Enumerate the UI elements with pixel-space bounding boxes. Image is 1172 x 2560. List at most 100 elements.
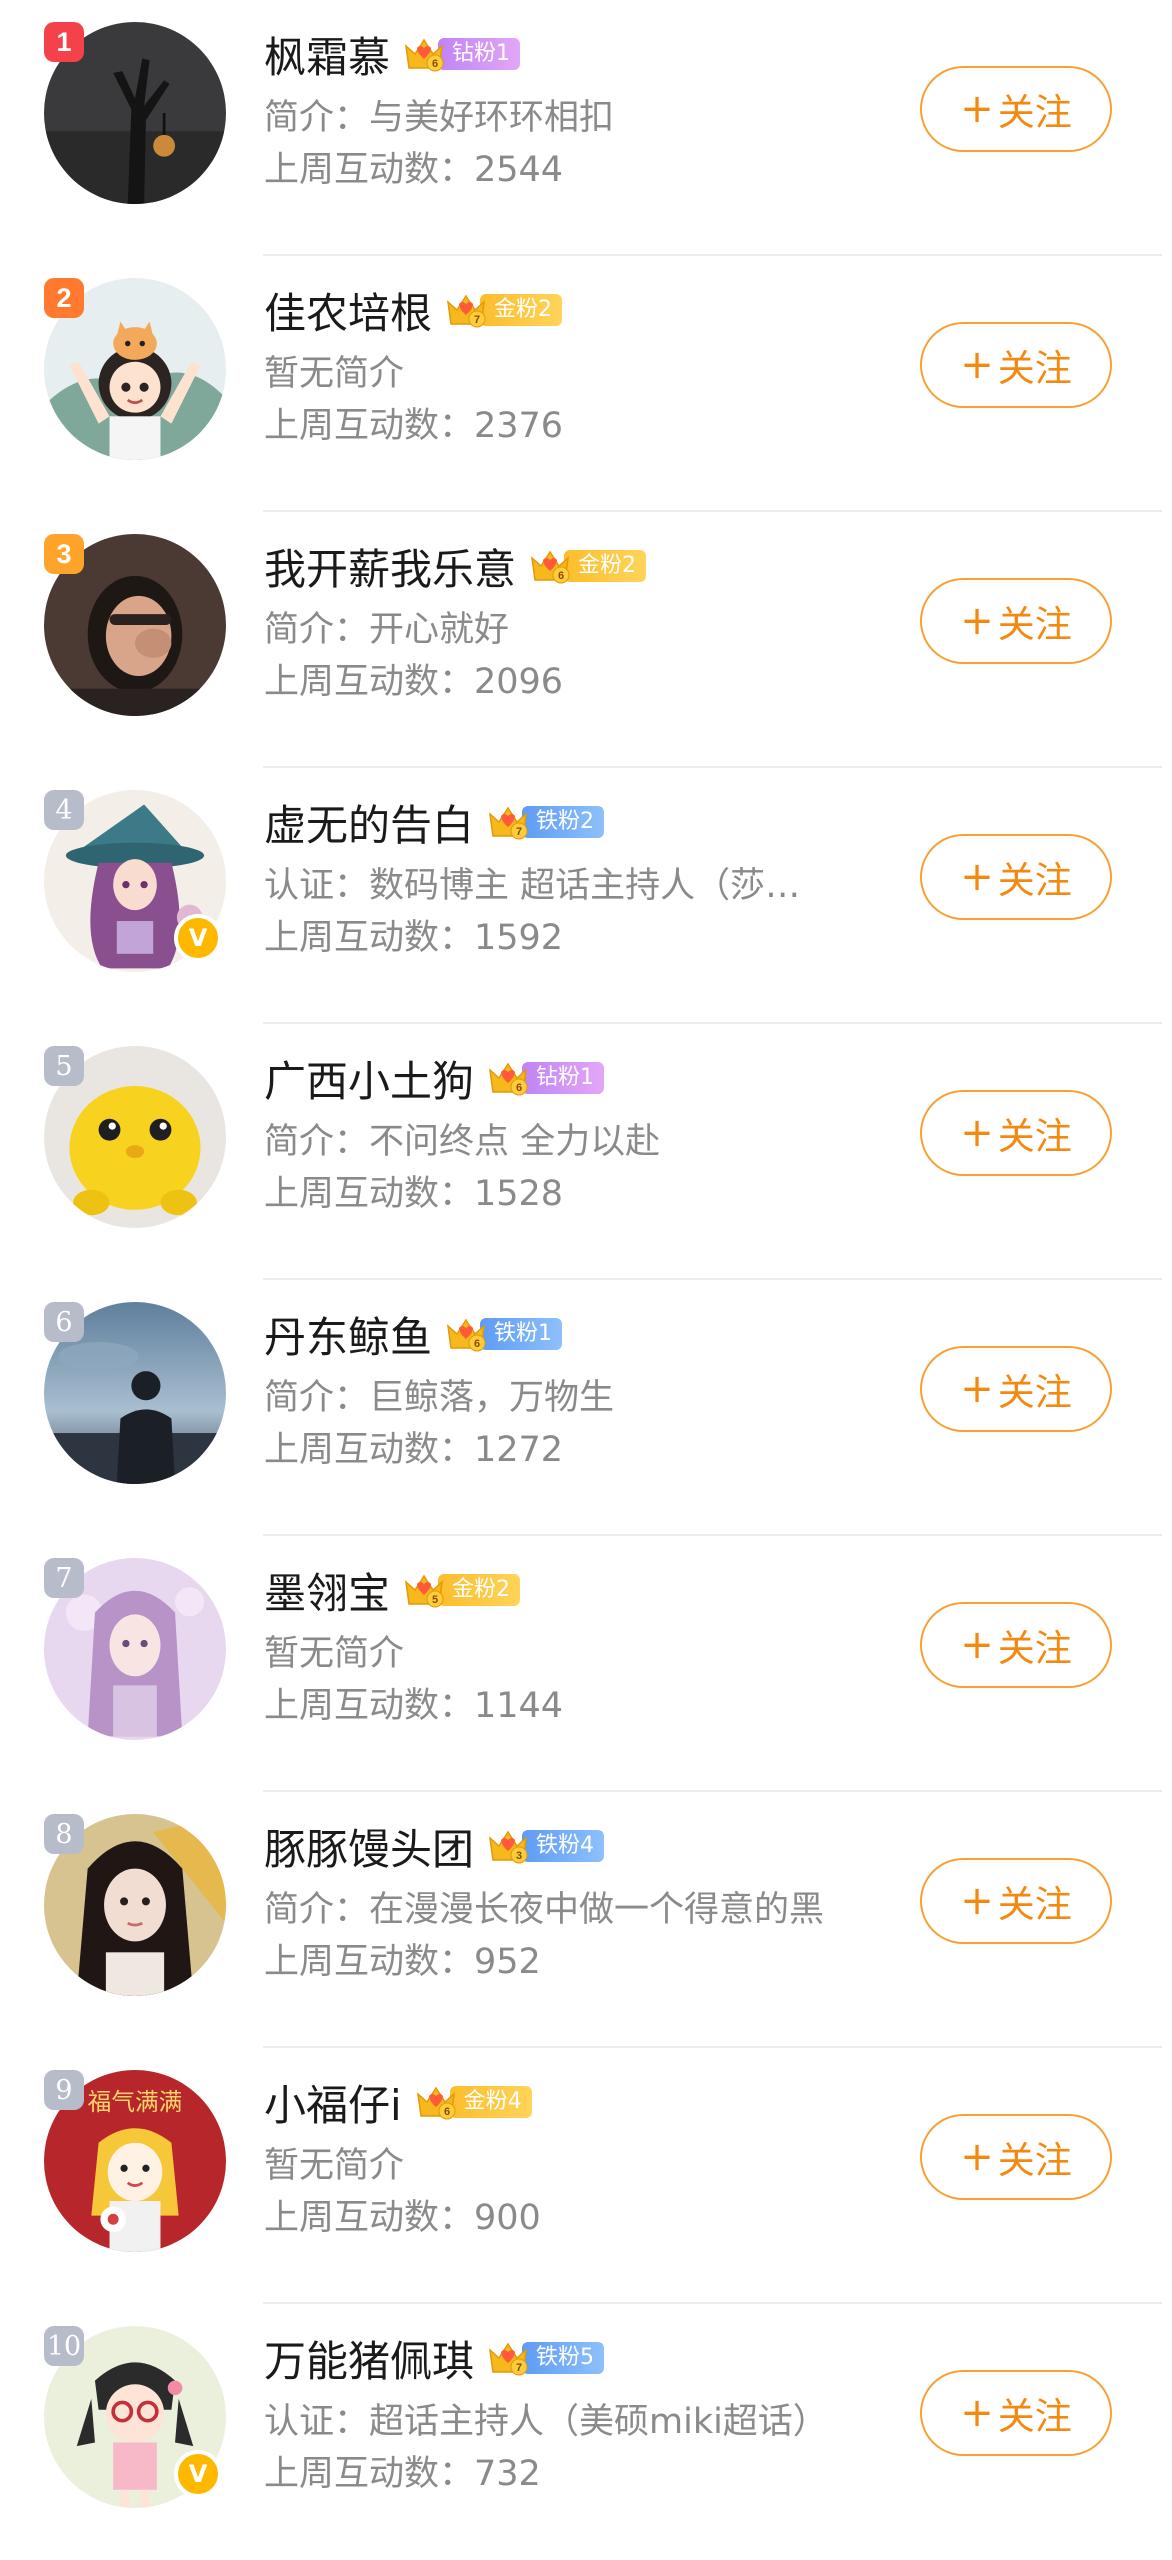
weekly-interactions: 上周互动数：1144 — [264, 1686, 564, 1726]
plus-icon: + — [960, 1366, 994, 1412]
crown-icon: 6 — [404, 38, 444, 72]
fan-level-label: 铁粉2 — [522, 806, 605, 838]
weekly-interactions: 上周互动数：732 — [264, 2454, 541, 2494]
user-info: 豚豚馒头团 3 铁粉4 简介：在漫漫长夜中做一个得意的黑 上周互动数：952 — [264, 1812, 932, 1988]
fan-level-label: 铁粉4 — [522, 1830, 605, 1862]
plus-icon: + — [960, 598, 994, 644]
svg-text:福气满满: 福气满满 — [88, 2088, 183, 2116]
user-name[interactable]: 广西小土狗 — [264, 1048, 474, 1109]
user-row[interactable]: 10 V 万能猪佩琪 7 铁粉5 认证：超话主持人（美硕miki超话） 上周互动… — [0, 2304, 1172, 2560]
user-info: 小福仔i 6 金粉4 暂无简介 上周互动数：900 — [264, 2068, 932, 2244]
svg-text:6: 6 — [432, 58, 438, 70]
fan-level-badge[interactable]: 6 金粉4 — [414, 2083, 532, 2121]
user-name[interactable]: 佳农培根 — [264, 280, 432, 341]
fan-level-badge[interactable]: 5 金粉2 — [402, 1571, 521, 1609]
fan-level-badge[interactable]: 6 钻粉1 — [486, 1059, 605, 1097]
fan-level-badge[interactable]: 3 铁粉4 — [486, 1827, 605, 1865]
user-row[interactable]: 1 枫霜慕 6 钻粉1 简介：与美好环环相扣 上周互动数：2544 + 关注 — [0, 0, 1172, 256]
crown-icon: 7 — [446, 294, 486, 328]
user-name[interactable]: 小福仔i — [264, 2072, 402, 2133]
svg-text:7: 7 — [516, 826, 522, 838]
fan-level-label: 钻粉1 — [438, 38, 521, 70]
fan-level-badge[interactable]: 6 钻粉1 — [402, 35, 521, 73]
verified-icon: V — [174, 914, 222, 962]
fan-level-label: 金粉4 — [449, 2086, 532, 2118]
user-info: 佳农培根 7 金粉2 暂无简介 上周互动数：2376 — [264, 276, 932, 452]
follow-label: 关注 — [997, 1627, 1072, 1670]
user-row[interactable]: 福气满满 9 小福仔i 6 金粉4 暂无简介 上周互动数：900 + 关注 — [0, 2048, 1172, 2304]
user-name[interactable]: 我开薪我乐意 — [264, 536, 516, 597]
svg-text:7: 7 — [474, 314, 480, 326]
follow-button[interactable]: + 关注 — [920, 1090, 1112, 1176]
plus-icon: + — [960, 1622, 994, 1668]
plus-icon: + — [960, 2134, 994, 2180]
svg-text:6: 6 — [444, 2106, 450, 2118]
svg-text:7: 7 — [516, 2362, 522, 2374]
fan-level-label: 铁粉1 — [480, 1318, 563, 1350]
crown-icon: 6 — [416, 2086, 456, 2120]
user-name[interactable]: 豚豚馒头团 — [264, 1816, 474, 1877]
user-row[interactable]: 7 墨翎宝 5 金粉2 暂无简介 上周互动数：1144 + 关注 — [0, 1536, 1172, 1792]
follow-button[interactable]: + 关注 — [920, 2114, 1112, 2200]
follow-button[interactable]: + 关注 — [920, 1602, 1112, 1688]
follow-label: 关注 — [997, 1115, 1072, 1158]
fan-level-badge[interactable]: 6 金粉2 — [528, 547, 647, 585]
crown-icon: 7 — [488, 2342, 528, 2376]
user-name[interactable]: 虚无的告白 — [264, 792, 474, 853]
fan-ranking-list: 1 枫霜慕 6 钻粉1 简介：与美好环环相扣 上周互动数：2544 + 关注 2 — [0, 0, 1172, 2560]
follow-button[interactable]: + 关注 — [920, 1858, 1112, 1944]
user-bio: 暂无简介 — [264, 354, 405, 394]
follow-label: 关注 — [997, 347, 1072, 390]
crown-icon: 5 — [404, 1574, 444, 1608]
rank-badge: 8 — [44, 1814, 84, 1854]
verified-icon: V — [174, 2450, 222, 2498]
follow-button[interactable]: + 关注 — [920, 322, 1112, 408]
fan-level-label: 金粉2 — [438, 1574, 521, 1606]
follow-label: 关注 — [997, 1371, 1072, 1414]
user-bio: 简介：巨鲸落，万物生 — [264, 1378, 615, 1418]
user-name[interactable]: 枫霜慕 — [264, 24, 390, 85]
user-info: 丹东鲸鱼 6 铁粉1 简介：巨鲸落，万物生 上周互动数：1272 — [264, 1300, 932, 1476]
follow-label: 关注 — [997, 2139, 1072, 2182]
follow-button[interactable]: + 关注 — [920, 1346, 1112, 1432]
user-row[interactable]: 8 豚豚馒头团 3 铁粉4 简介：在漫漫长夜中做一个得意的黑 上周互动数：952… — [0, 1792, 1172, 2048]
user-bio: 认证：数码博主 超话主持人（莎… — [264, 866, 801, 906]
fan-level-label: 铁粉5 — [522, 2342, 605, 2374]
fan-level-badge[interactable]: 7 铁粉5 — [486, 2339, 605, 2377]
user-info: 虚无的告白 7 铁粉2 认证：数码博主 超话主持人（莎… 上周互动数：1592 — [264, 788, 932, 964]
follow-label: 关注 — [997, 859, 1072, 902]
user-bio: 认证：超话主持人（美硕miki超话） — [264, 2402, 828, 2442]
user-name[interactable]: 万能猪佩琪 — [264, 2328, 474, 2389]
user-bio: 简介：在漫漫长夜中做一个得意的黑 — [264, 1890, 825, 1930]
weekly-interactions: 上周互动数：2544 — [264, 150, 564, 190]
fan-level-label: 金粉2 — [480, 294, 563, 326]
crown-icon: 6 — [488, 1062, 528, 1096]
user-name[interactable]: 丹东鲸鱼 — [264, 1304, 432, 1365]
user-info: 广西小土狗 6 钻粉1 简介：不问终点 全力以赴 上周互动数：1528 — [264, 1044, 932, 1220]
fan-level-badge[interactable]: 7 铁粉2 — [486, 803, 605, 841]
follow-button[interactable]: + 关注 — [920, 2370, 1112, 2456]
user-row[interactable]: 6 丹东鲸鱼 6 铁粉1 简介：巨鲸落，万物生 上周互动数：1272 + 关注 — [0, 1280, 1172, 1536]
follow-button[interactable]: + 关注 — [920, 578, 1112, 664]
user-bio: 简介：与美好环环相扣 — [264, 98, 615, 138]
user-bio: 暂无简介 — [264, 2146, 405, 2186]
user-row[interactable]: 3 我开薪我乐意 6 金粉2 简介：开心就好 上周互动数：2096 + 关注 — [0, 512, 1172, 768]
svg-text:3: 3 — [516, 1850, 522, 1862]
user-row[interactable]: 2 佳农培根 7 金粉2 暂无简介 上周互动数：2376 + 关注 — [0, 256, 1172, 512]
user-name[interactable]: 墨翎宝 — [264, 1560, 390, 1621]
fan-level-badge[interactable]: 6 铁粉1 — [444, 1315, 563, 1353]
fan-level-badge[interactable]: 7 金粉2 — [444, 291, 563, 329]
fan-level-label: 钻粉1 — [522, 1062, 605, 1094]
follow-button[interactable]: + 关注 — [920, 66, 1112, 152]
user-info: 万能猪佩琪 7 铁粉5 认证：超话主持人（美硕miki超话） 上周互动数：732 — [264, 2324, 932, 2500]
rank-badge: 4 — [44, 790, 84, 830]
weekly-interactions: 上周互动数：1528 — [264, 1174, 564, 1214]
user-row[interactable]: 5 广西小土狗 6 钻粉1 简介：不问终点 全力以赴 上周互动数：1528 + … — [0, 1024, 1172, 1280]
crown-icon: 6 — [446, 1318, 486, 1352]
plus-icon: + — [960, 2390, 994, 2436]
follow-label: 关注 — [997, 91, 1072, 134]
user-bio: 暂无简介 — [264, 1634, 405, 1674]
plus-icon: + — [960, 1110, 994, 1156]
follow-button[interactable]: + 关注 — [920, 834, 1112, 920]
user-row[interactable]: 4 V 虚无的告白 7 铁粉2 认证：数码博主 超话主持人（莎… 上周互动数：1… — [0, 768, 1172, 1024]
